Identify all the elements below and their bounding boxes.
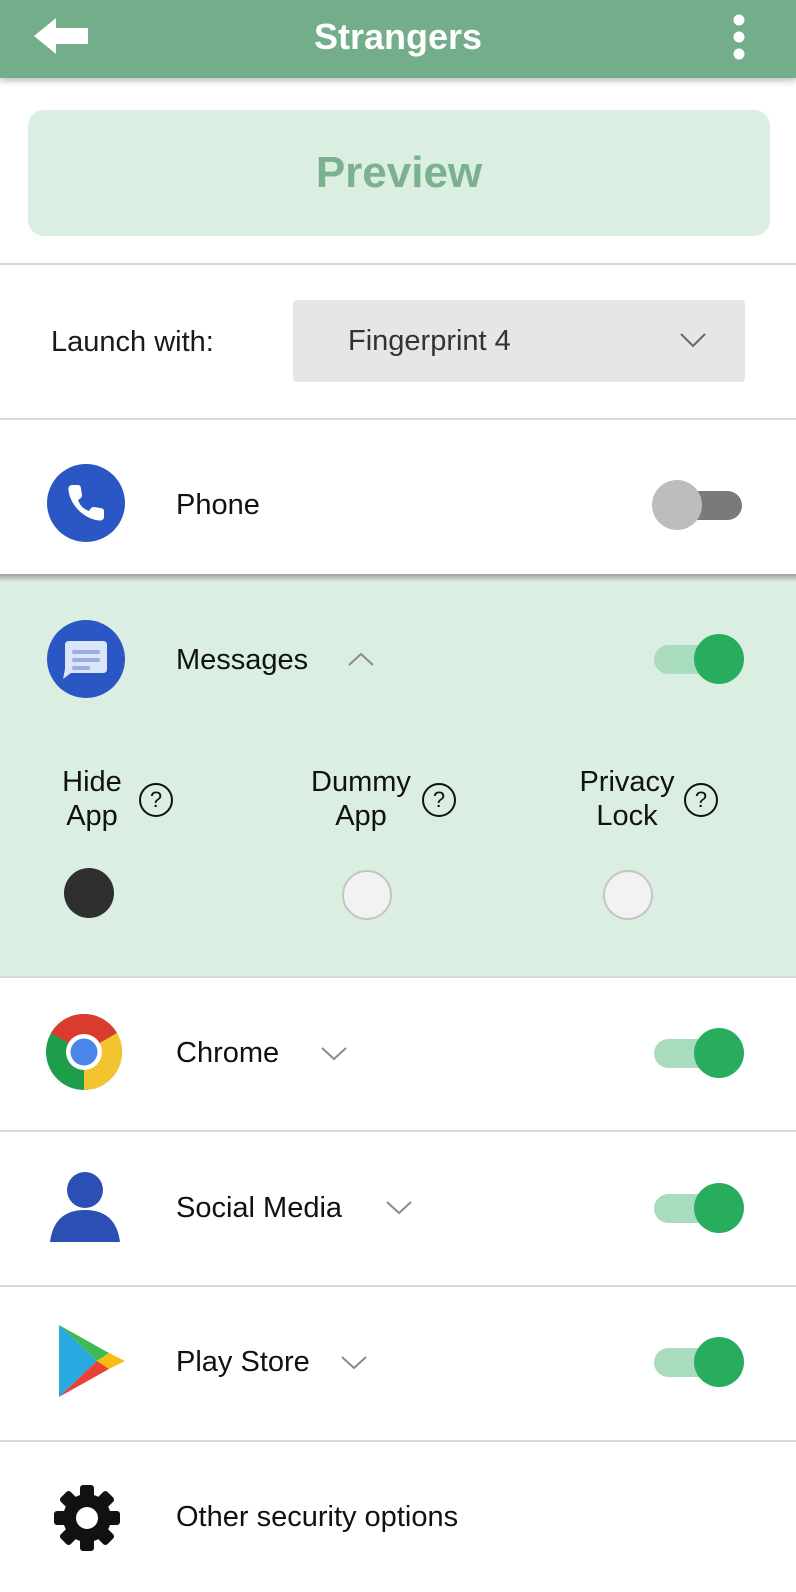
preview-button[interactable]: Preview [28,110,770,236]
app-bar: Strangers [0,0,796,78]
preview-label: Preview [315,148,483,197]
toggle-play-store[interactable] [652,1336,744,1388]
divider [0,1285,796,1287]
divider [0,263,796,265]
option-label-line: App [66,800,118,832]
radio-dummy-app[interactable] [342,870,392,920]
option-label-hide-app: Hide App [52,765,132,833]
launch-method-value: Fingerprint 4 [348,325,511,357]
toggle-phone[interactable] [652,479,744,531]
app-label-phone: Phone [176,489,260,521]
toggle-thumb [694,1337,744,1387]
chrome-icon [46,1014,122,1090]
chevron-down-icon[interactable] [320,1046,348,1062]
messages-icon [47,620,125,698]
divider [0,1440,796,1442]
help-icon[interactable]: ? [684,783,718,817]
app-label-play-store: Play Store [176,1346,310,1378]
help-icon[interactable]: ? [139,783,173,817]
toggle-thumb [694,634,744,684]
chevron-down-icon[interactable] [340,1355,368,1371]
chevron-up-icon[interactable] [347,651,375,667]
option-label-line: Lock [596,800,658,832]
person-icon [50,1172,120,1242]
chevron-down-icon [680,333,706,348]
page-title: Strangers [313,16,483,57]
option-label-privacy-lock: Privacy Lock [572,765,682,833]
app-label-social-media: Social Media [176,1192,343,1224]
toggle-social-media[interactable] [652,1182,744,1234]
option-label-line: Hide [62,766,122,798]
toggle-messages[interactable] [652,633,744,685]
panel-shadow [0,574,796,582]
launch-method-select[interactable]: Fingerprint 4 [293,300,745,382]
divider [0,976,796,978]
more-vert-icon[interactable] [727,12,751,62]
phone-icon [47,464,125,542]
other-security-options-label[interactable]: Other security options [176,1501,458,1534]
help-icon[interactable]: ? [422,783,456,817]
option-label-line: App [335,800,387,832]
play-store-icon [59,1325,125,1397]
option-label-line: Dummy [311,766,411,798]
toggle-thumb [694,1028,744,1078]
gear-icon [54,1485,120,1551]
option-label-dummy-app: Dummy App [302,765,420,833]
launch-with-label: Launch with: [51,326,214,358]
divider [0,418,796,420]
divider [0,1130,796,1132]
radio-hide-app[interactable] [64,868,114,918]
app-label-chrome: Chrome [176,1037,280,1069]
chevron-down-icon[interactable] [385,1200,413,1216]
app-label-messages: Messages [176,644,309,676]
toggle-thumb [694,1183,744,1233]
radio-privacy-lock[interactable] [603,870,653,920]
toggle-thumb [652,480,702,530]
option-label-line: Privacy [579,766,675,798]
toggle-chrome[interactable] [652,1027,744,1079]
